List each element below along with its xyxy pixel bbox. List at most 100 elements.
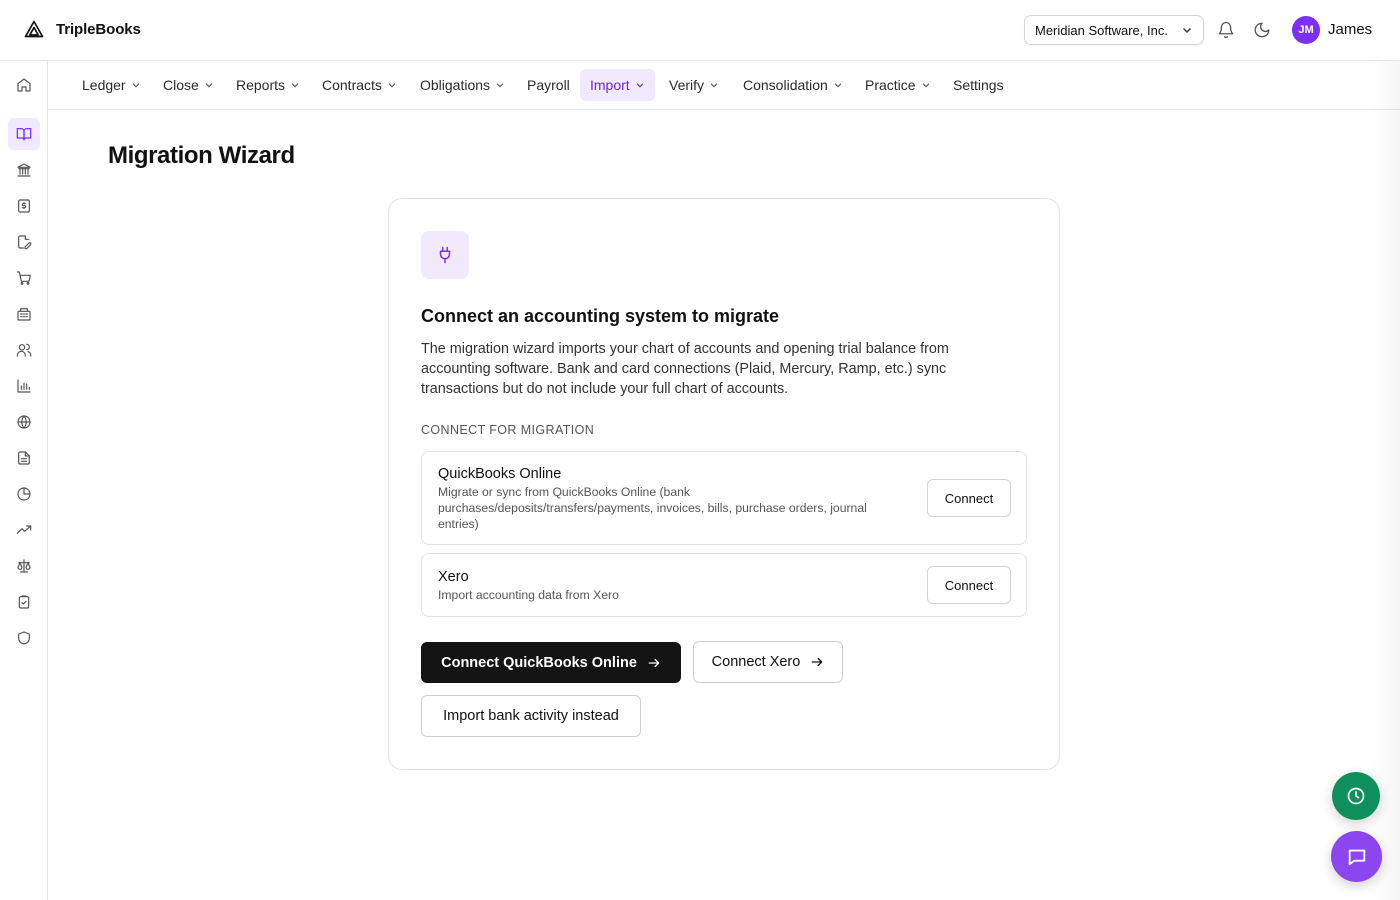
chevron-down-icon: [495, 80, 505, 90]
provider-quickbooks: QuickBooks Online Migrate or sync from Q…: [421, 451, 1027, 545]
chevron-down-icon: [204, 80, 214, 90]
chat-icon: [1346, 846, 1368, 868]
chevron-down-icon: [709, 80, 719, 90]
nav-obligations[interactable]: Obligations: [410, 69, 515, 101]
section-label: CONNECT FOR MIGRATION: [421, 423, 595, 437]
nav-settings[interactable]: Settings: [943, 69, 1014, 101]
chevron-down-icon: [635, 80, 645, 90]
sidebar-item-breakdown[interactable]: [8, 478, 40, 510]
nav-label: Consolidation: [743, 77, 828, 93]
card-description: The migration wizard imports your chart …: [421, 341, 949, 397]
chevron-down-icon: [131, 80, 141, 90]
sidebar-item-entities[interactable]: [8, 298, 40, 330]
sidebar-item-banking[interactable]: [8, 154, 40, 186]
scale-icon: [16, 558, 32, 574]
bar-chart-icon: [16, 378, 32, 394]
edge-shadow: [1370, 61, 1400, 900]
clock-icon: [1346, 786, 1366, 806]
sidebar-item-ledger[interactable]: [8, 118, 40, 150]
company-name: Meridian Software, Inc.: [1035, 22, 1168, 38]
chat-fab[interactable]: [1331, 831, 1382, 882]
chevron-down-icon: [1181, 24, 1193, 36]
nav-label: Import: [590, 77, 630, 93]
chevron-down-icon: [290, 80, 300, 90]
connect-xero-button[interactable]: Connect Xero: [693, 641, 843, 683]
moon-icon[interactable]: [1253, 21, 1271, 39]
sidebar-item-security[interactable]: [8, 622, 40, 654]
sidebar-item-home[interactable]: [8, 69, 40, 101]
nav-label: Payroll: [527, 77, 570, 93]
provider-description: Import accounting data from Xero: [438, 588, 619, 602]
nav-label: Reports: [236, 77, 286, 93]
shield-icon: [16, 630, 32, 646]
arrow-right-icon: [810, 655, 824, 669]
nav-payroll[interactable]: Payroll: [517, 69, 580, 101]
sidebar-item-compliance[interactable]: [8, 550, 40, 582]
import-bank-activity-button[interactable]: Import bank activity instead: [421, 695, 641, 737]
brand[interactable]: TripleBooks: [24, 19, 141, 39]
nav-close[interactable]: Close: [153, 69, 224, 101]
sidebar: [0, 61, 48, 900]
nav-practice[interactable]: Practice: [855, 69, 941, 101]
sidebar-item-global[interactable]: [8, 406, 40, 438]
sidebar-item-tasks[interactable]: [8, 586, 40, 618]
receipt-dollar-icon: [16, 198, 32, 214]
quickbooks-connect-button[interactable]: Connect: [927, 479, 1011, 517]
nav-ledger[interactable]: Ledger: [72, 69, 151, 101]
bell-icon[interactable]: [1217, 21, 1235, 39]
button-label: Connect Xero: [711, 654, 801, 670]
nav-consolidation[interactable]: Consolidation: [733, 69, 853, 101]
nav-label: Verify: [669, 77, 705, 93]
nav-label: Practice: [865, 77, 916, 93]
pie-chart-icon: [16, 486, 32, 502]
provider-name: Xero: [438, 569, 469, 585]
migration-card: Connect an accounting system to migrate …: [388, 198, 1060, 770]
chevron-down-icon: [387, 80, 397, 90]
plug-icon: [436, 246, 454, 264]
button-label: Import bank activity instead: [443, 708, 619, 724]
user-name[interactable]: James: [1328, 21, 1372, 38]
chevron-down-icon: [833, 80, 843, 90]
sidebar-item-people[interactable]: [8, 334, 40, 366]
trending-up-icon: [16, 522, 32, 538]
nav-contracts[interactable]: Contracts: [312, 69, 407, 101]
nav-reports[interactable]: Reports: [226, 69, 310, 101]
building-icon: [16, 306, 32, 322]
book-open-icon: [16, 126, 32, 142]
nav-verify[interactable]: Verify: [659, 69, 729, 101]
home-icon: [16, 77, 32, 93]
provider-xero: Xero Import accounting data from Xero Co…: [421, 553, 1027, 617]
triplebooks-logo-icon: [24, 19, 44, 39]
sidebar-item-trends[interactable]: [8, 514, 40, 546]
company-selector[interactable]: Meridian Software, Inc.: [1024, 15, 1204, 45]
nav-label: Settings: [953, 77, 1004, 93]
sidebar-item-purchasing[interactable]: [8, 262, 40, 294]
sidebar-item-documents[interactable]: [8, 442, 40, 474]
page-title: Migration Wizard: [108, 142, 295, 169]
shopping-cart-icon: [16, 270, 32, 286]
card-title: Connect an accounting system to migrate: [421, 306, 780, 326]
sidebar-item-analytics[interactable]: [8, 370, 40, 402]
app-header: TripleBooks Meridian Software, Inc. JM J…: [0, 0, 1400, 61]
nav-import[interactable]: Import: [580, 69, 655, 101]
nav-label: Obligations: [420, 77, 491, 93]
sidebar-item-documents-edit[interactable]: [8, 226, 40, 258]
clipboard-check-icon: [16, 594, 32, 610]
xero-connect-button[interactable]: Connect: [927, 566, 1011, 604]
main-nav: Ledger Close Reports Contracts Obligatio…: [48, 61, 1400, 110]
sidebar-item-billing[interactable]: [8, 190, 40, 222]
bank-icon: [16, 162, 32, 178]
connect-quickbooks-button[interactable]: Connect QuickBooks Online: [421, 642, 681, 683]
history-fab[interactable]: [1332, 772, 1380, 820]
user-avatar[interactable]: JM: [1292, 16, 1320, 44]
nav-label: Ledger: [82, 77, 126, 93]
globe-icon: [16, 414, 32, 430]
button-label: Connect QuickBooks Online: [441, 654, 637, 671]
app-name: TripleBooks: [56, 20, 141, 38]
chevron-down-icon: [921, 80, 931, 90]
plug-icon-container: [421, 231, 469, 279]
document-icon: [16, 450, 32, 466]
document-edit-icon: [16, 234, 32, 250]
arrow-right-icon: [647, 656, 661, 670]
users-icon: [16, 342, 32, 358]
